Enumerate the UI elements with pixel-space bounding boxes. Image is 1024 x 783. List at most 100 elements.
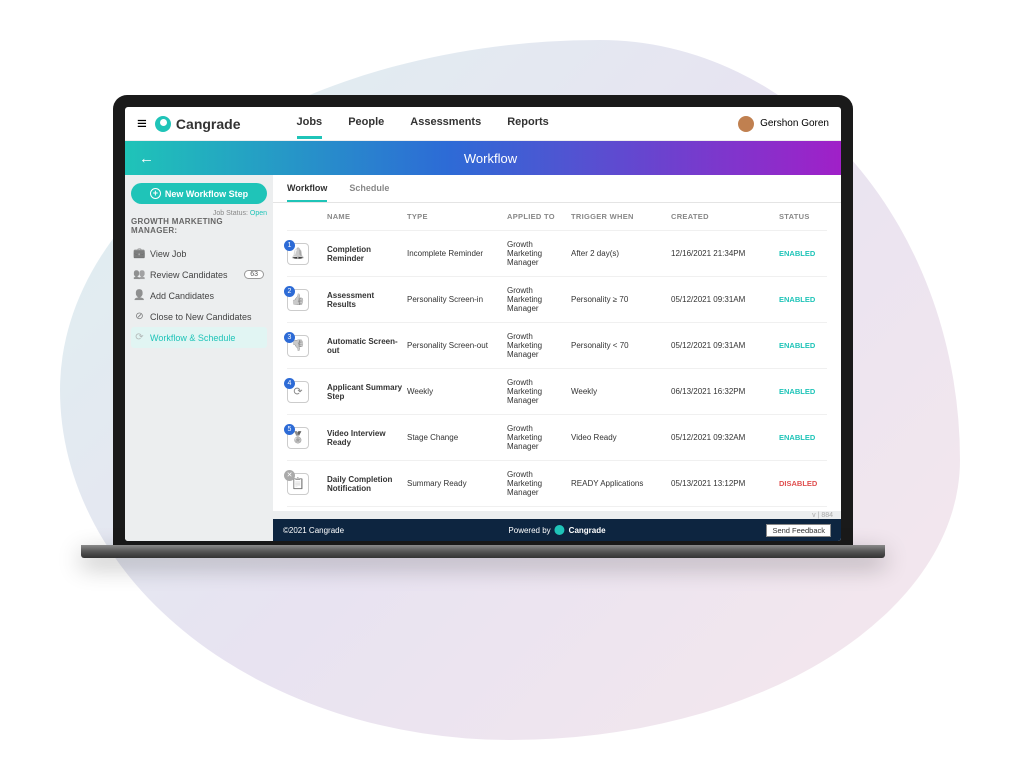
briefcase-icon: 💼 [134,248,145,259]
users-icon: 👥 [134,269,145,280]
topbar: ≡ Cangrade JobsPeopleAssessmentsReports … [125,107,841,141]
col-header: TYPE [407,212,503,221]
row-name: Applicant Summary Step [327,383,403,401]
tab-workflow[interactable]: Workflow [287,183,327,202]
user-name: Gershon Goren [760,118,829,129]
col-header: CREATED [671,212,775,221]
row-created: 05/12/2021 09:32AM [671,433,775,442]
back-arrow-icon[interactable]: ← [139,150,154,167]
col-header: APPLIED TO [507,212,567,221]
user-menu[interactable]: Gershon Goren [738,116,829,132]
row-applied: Growth Marketing Manager [507,424,567,451]
row-type: Summary Ready [407,479,503,488]
nav-assessments[interactable]: Assessments [410,116,481,131]
row-created: 05/12/2021 09:31AM [671,341,775,350]
table-header: NAMETYPEAPPLIED TOTRIGGER WHENCREATEDSTA… [287,203,827,231]
row-created: 12/16/2021 21:34PM [671,249,775,258]
status-badge: ENABLED [779,387,839,396]
badge-count: 63 [244,270,264,279]
step-number: 4 [284,378,295,389]
row-trigger: Personality < 70 [571,341,667,350]
step-number: 5 [284,424,295,435]
nav-people[interactable]: People [348,116,384,131]
sidebar-item-label: Workflow & Schedule [150,333,235,343]
status-badge: ENABLED [779,341,839,350]
row-created: 06/13/2021 16:32PM [671,387,775,396]
nav-reports[interactable]: Reports [507,116,549,131]
row-applied: Growth Marketing Manager [507,378,567,405]
job-name: GROWTH MARKETING MANAGER: [131,217,267,235]
col-header: TRIGGER WHEN [571,212,667,221]
row-trigger: Video Ready [571,433,667,442]
col-header: NAME [327,212,403,221]
brand[interactable]: Cangrade [155,116,241,132]
row-trigger: Weekly [571,387,667,396]
close-circle-icon: ⊘ [134,311,145,322]
step-number: 3 [284,332,295,343]
sidebar-item-label: Review Candidates [150,270,228,280]
hamburger-icon[interactable]: ≡ [137,114,147,134]
row-trigger: After 2 day(s) [571,249,667,258]
footer: ©2021 Cangrade Powered by Cangrade Send … [273,519,841,541]
sub-tabs: Workflow Schedule [273,175,841,203]
row-type: Stage Change [407,433,503,442]
table-row[interactable]: 1🔔Completion ReminderIncomplete Reminder… [287,231,827,277]
copyright: ©2021 Cangrade [283,526,344,535]
sidebar-item-view-job[interactable]: 💼 View Job [131,243,267,264]
row-type: Weekly [407,387,503,396]
row-name: Automatic Screen-out [327,337,403,355]
row-applied: Growth Marketing Manager [507,470,567,497]
row-name: Daily Completion Notification [327,475,403,493]
step-number: 2 [284,286,295,297]
brand-logo-icon [155,116,171,132]
row-applied: Growth Marketing Manager [507,332,567,359]
brand-name: Cangrade [176,116,241,132]
main-nav: JobsPeopleAssessmentsReports [297,116,549,131]
table-row[interactable]: ✕📋Daily Completion NotificationSummary R… [287,461,827,507]
table-row[interactable]: 5🏅Video Interview ReadyStage ChangeGrowt… [287,415,827,461]
new-workflow-step-button[interactable]: + New Workflow Step [131,183,267,204]
row-applied: Growth Marketing Manager [507,286,567,313]
status-badge: ENABLED [779,249,839,258]
sidebar-item-review-candidates[interactable]: 👥 Review Candidates 63 [131,264,267,285]
sidebar-item-add-candidates[interactable]: 👤 Add Candidates [131,285,267,306]
add-user-icon: 👤 [134,290,145,301]
powered-by: Powered by [508,526,550,535]
row-name: Completion Reminder [327,245,403,263]
send-feedback-button[interactable]: Send Feedback [766,524,831,537]
tab-schedule[interactable]: Schedule [349,183,389,202]
sidebar: + New Workflow Step Job Status: Open GRO… [125,175,273,541]
status-badge: ENABLED [779,433,839,442]
page-title: Workflow [464,151,517,166]
row-type: Personality Screen-out [407,341,503,350]
row-trigger: Personality ≥ 70 [571,295,667,304]
clock-icon: ⟳ [134,332,145,343]
row-applied: Growth Marketing Manager [507,240,567,267]
page-header: ← Workflow [125,141,841,175]
status-badge: DISABLED [779,479,839,488]
row-trigger: READY Applications [571,479,667,488]
avatar [738,116,754,132]
col-header: STATUS [779,212,839,221]
table-row[interactable]: 4⟳Applicant Summary StepWeeklyGrowth Mar… [287,369,827,415]
sidebar-item-workflow-schedule[interactable]: ⟳ Workflow & Schedule [131,327,267,348]
footer-logo-icon [555,525,565,535]
table-row[interactable]: 2👍Assessment ResultsPersonality Screen-i… [287,277,827,323]
row-name: Video Interview Ready [327,429,403,447]
step-number: ✕ [284,470,295,481]
row-type: Personality Screen-in [407,295,503,304]
table-row[interactable]: 3👎Automatic Screen-outPersonality Screen… [287,323,827,369]
sidebar-item-label: Add Candidates [150,291,214,301]
row-created: 05/13/2021 13:12PM [671,479,775,488]
sidebar-item-label: View Job [150,249,186,259]
plus-icon: + [150,188,161,199]
job-status-label: Job Status: Open [131,210,267,217]
sidebar-item-label: Close to New Candidates [150,312,252,322]
row-name: Assessment Results [327,291,403,309]
sidebar-item-close-to-new-candidates[interactable]: ⊘ Close to New Candidates [131,306,267,327]
row-type: Incomplete Reminder [407,249,503,258]
status-badge: ENABLED [779,295,839,304]
version-label: v | 884 [273,511,841,519]
row-created: 05/12/2021 09:31AM [671,295,775,304]
nav-jobs[interactable]: Jobs [297,116,323,139]
